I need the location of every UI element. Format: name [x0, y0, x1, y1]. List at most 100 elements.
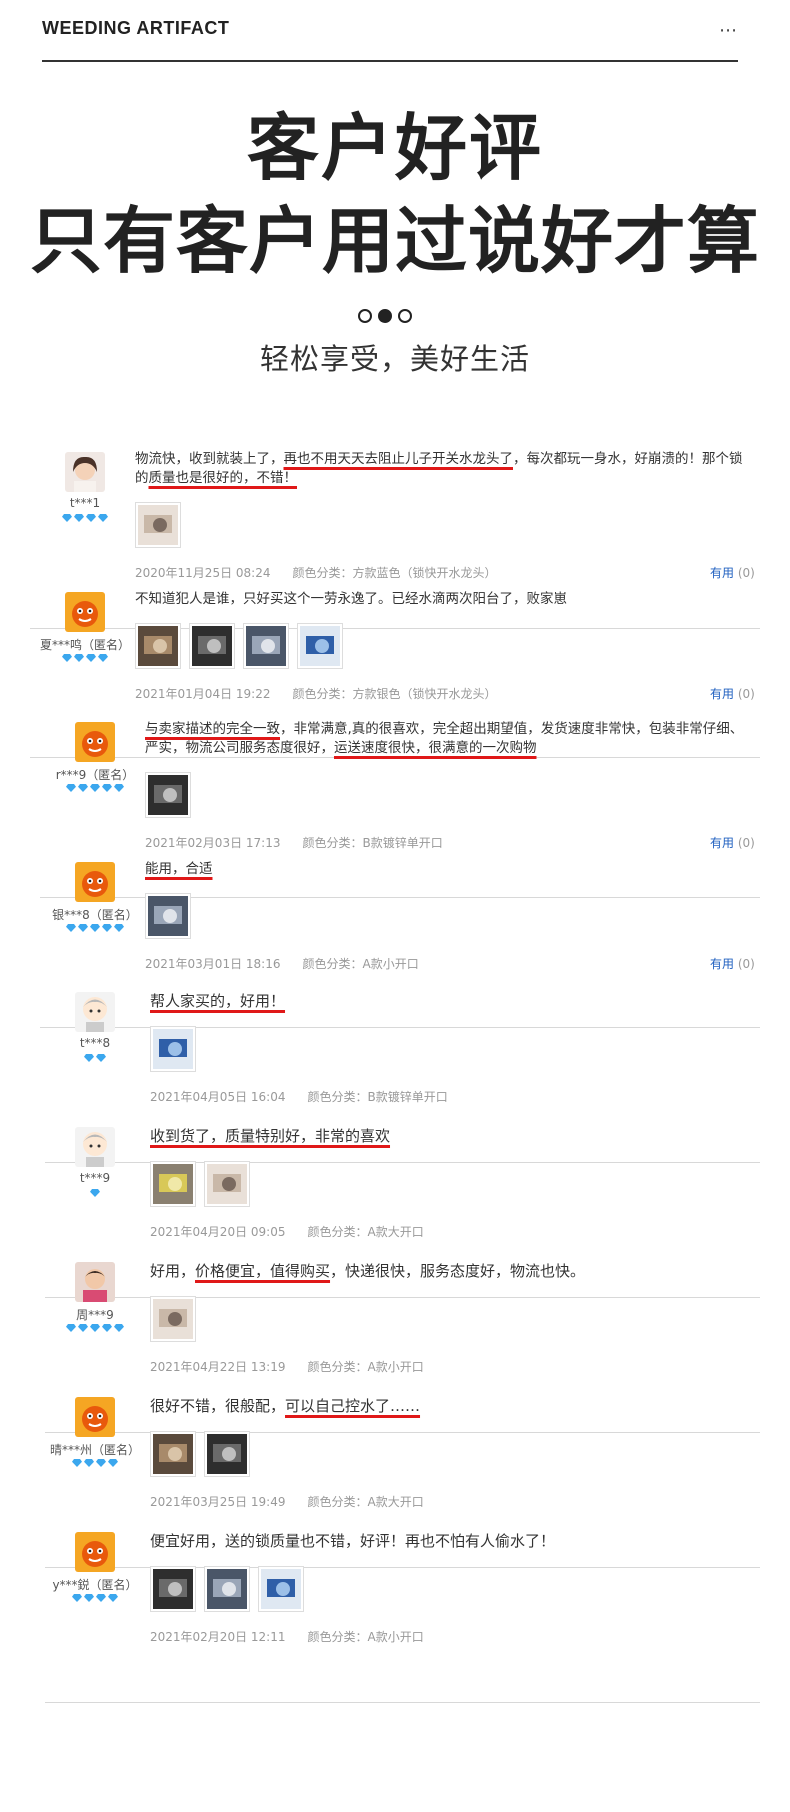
- highlighted-phrase: 与卖家描述的完全一致: [145, 721, 280, 737]
- review-photo-thumbnail[interactable]: [204, 1566, 250, 1612]
- highlighted-phrase: 可以自己控水了……: [285, 1397, 421, 1415]
- helpful-vote: 有用 (0): [710, 834, 755, 851]
- dot-active-icon: [378, 309, 392, 323]
- review-date: 2021年02月03日 17:13: [145, 836, 281, 850]
- review-photo-thumbnail[interactable]: [145, 893, 191, 939]
- review-meta: 2021年04月05日 16:04 颜色分类：B款镀锌单开口: [150, 1088, 448, 1105]
- review-meta: 2021年01月04日 19:22 颜色分类：方款银色（锁快开水龙头）: [135, 685, 497, 702]
- variant-label: 颜色分类：方款蓝色（锁快开水龙头）: [292, 566, 497, 580]
- review-photo-thumbnail[interactable]: [150, 1431, 196, 1477]
- review-photo-thumbnail[interactable]: [204, 1161, 250, 1207]
- diamond-icon: [102, 924, 112, 932]
- review-meta: 2021年02月03日 17:13 颜色分类：B款镀锌单开口: [145, 834, 443, 851]
- variant-label: 颜色分类：A款小开口: [307, 1360, 424, 1374]
- helpful-vote: 有用 (0): [710, 564, 755, 581]
- review-date: 2021年02月20日 12:11: [150, 1630, 286, 1644]
- reviewer-name: 夏***鸣（匿名）: [39, 638, 130, 652]
- variant-label: 颜色分类：A款小开口: [302, 957, 419, 971]
- diamond-icon: [96, 1459, 106, 1467]
- review-text: 收到货了，质量特别好，非常的喜欢: [150, 1125, 750, 1147]
- review-photo-thumbnail[interactable]: [150, 1566, 196, 1612]
- reviewer-level: [40, 1324, 150, 1335]
- review-meta: 2020年11月25日 08:24 颜色分类：方款蓝色（锁快开水龙头）: [135, 564, 497, 581]
- review-images: [150, 1566, 312, 1612]
- reviewer-level: [30, 514, 140, 525]
- dot-icon: [398, 309, 412, 323]
- review-photo-thumbnail[interactable]: [135, 502, 181, 548]
- helpful-button[interactable]: 有用: [710, 687, 734, 701]
- highlighted-phrase: 收到货了，质量特别好，非常的喜欢: [150, 1127, 391, 1145]
- diamond-icon: [90, 924, 100, 932]
- diamond-icon: [84, 1594, 94, 1602]
- review-images: [150, 1431, 258, 1477]
- avatar: [75, 1262, 115, 1302]
- page-header: WEEDING ARTIFACT ⋯: [42, 18, 738, 62]
- helpful-button[interactable]: 有用: [710, 836, 734, 850]
- review-photo-thumbnail[interactable]: [135, 623, 181, 669]
- carousel-dots: [358, 307, 438, 325]
- diamond-icon: [86, 654, 96, 662]
- highlighted-phrase: 价格便宜，值得购买: [195, 1262, 331, 1280]
- review-images: [150, 1161, 258, 1207]
- helpful-count: (0): [734, 687, 755, 701]
- review-date: 2020年11月25日 08:24: [135, 566, 271, 580]
- reviewer-name: t***8: [79, 1036, 111, 1050]
- highlighted-phrase: 质量也是很好的，不错！: [148, 470, 298, 486]
- review-photo-thumbnail[interactable]: [150, 1161, 196, 1207]
- variant-label: 颜色分类：B款镀锌单开口: [307, 1090, 448, 1104]
- diamond-icon: [98, 514, 108, 522]
- diamond-icon: [114, 924, 124, 932]
- review-date: 2021年04月05日 16:04: [150, 1090, 286, 1104]
- review-photo-thumbnail[interactable]: [243, 623, 289, 669]
- variant-label: 颜色分类：方款银色（锁快开水龙头）: [292, 687, 497, 701]
- review-photo-thumbnail[interactable]: [189, 623, 235, 669]
- review-phrase: 便宜好用，送的锁质量也不错，好评！再也不怕有人偷水了！: [150, 1532, 556, 1550]
- more-menu-icon[interactable]: ⋯: [719, 20, 738, 41]
- brand-title: WEEDING ARTIFACT: [42, 18, 230, 38]
- diamond-icon: [102, 784, 112, 792]
- reviewer-name: y***鋭（匿名）: [52, 1578, 138, 1592]
- avatar: [65, 452, 105, 492]
- hero-subtitle: 轻松享受，美好生活: [259, 342, 530, 376]
- diamond-icon: [90, 1189, 100, 1197]
- diamond-icon: [72, 1459, 82, 1467]
- helpful-button[interactable]: 有用: [710, 957, 734, 971]
- review-photo-thumbnail[interactable]: [297, 623, 343, 669]
- diamond-icon: [74, 514, 84, 522]
- review-text: 便宜好用，送的锁质量也不错，好评！再也不怕有人偷水了！: [150, 1530, 750, 1552]
- review-photo-thumbnail[interactable]: [150, 1026, 196, 1072]
- reviewer-name: t***9: [79, 1171, 111, 1185]
- hero-title-line1: 客户好评: [246, 106, 543, 190]
- diamond-icon: [102, 1324, 112, 1332]
- review-photo-thumbnail[interactable]: [204, 1431, 250, 1477]
- review-images: [145, 893, 199, 939]
- variant-label: 颜色分类：B款镀锌单开口: [302, 836, 443, 850]
- review-images: [150, 1296, 204, 1342]
- review-date: 2021年01月04日 19:22: [135, 687, 271, 701]
- helpful-button[interactable]: 有用: [710, 566, 734, 580]
- review-photo-thumbnail[interactable]: [150, 1296, 196, 1342]
- review-divider: [40, 1027, 760, 1028]
- review-text: 很好不错，很般配，可以自己控水了……: [150, 1395, 750, 1417]
- review-divider: [45, 1702, 760, 1703]
- diamond-icon: [98, 654, 108, 662]
- avatar: [65, 592, 105, 632]
- review-date: 2021年03月25日 19:49: [150, 1495, 286, 1509]
- helpful-count: (0): [734, 957, 755, 971]
- avatar: [75, 992, 115, 1032]
- avatar: [75, 722, 115, 762]
- highlighted-phrase: 帮人家买的，好用！: [150, 992, 286, 1010]
- reviewer-name: t***1: [69, 496, 101, 510]
- review-text: 能用，合适: [145, 860, 750, 879]
- diamond-icon: [84, 1054, 94, 1062]
- review-photo-thumbnail[interactable]: [145, 772, 191, 818]
- review-phrase: 物流快，收到就装上了，: [135, 451, 284, 467]
- helpful-count: (0): [734, 566, 755, 580]
- review-phrase: ，快递很快，服务态度好，物流也快。: [330, 1262, 586, 1280]
- diamond-icon: [96, 1054, 106, 1062]
- review-images: [150, 1026, 204, 1072]
- reviewer-level: [40, 924, 150, 935]
- highlighted-phrase: 再也不用天天去阻止儿子开关水龙头了: [283, 451, 514, 467]
- review-photo-thumbnail[interactable]: [258, 1566, 304, 1612]
- avatar: [75, 1532, 115, 1572]
